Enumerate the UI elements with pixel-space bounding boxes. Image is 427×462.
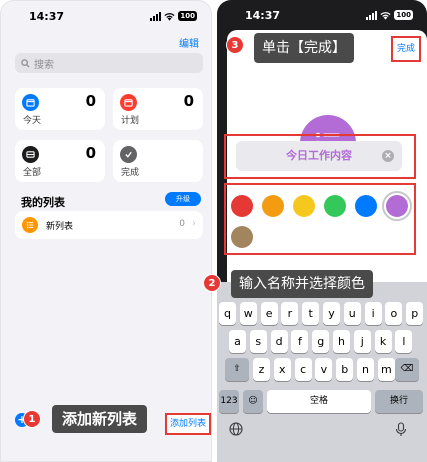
search-placeholder: 搜索 [34,59,54,71]
globe-icon[interactable] [229,422,243,436]
signal-icon [366,10,378,20]
highlight-name-field [224,134,416,179]
battery-icon: 100 [394,10,413,20]
callout-done: 单击【完成】 [254,33,354,63]
wifi-icon [380,11,391,20]
keyboard-key[interactable]: v [315,358,333,381]
done-button[interactable]: 完成 [391,36,421,62]
keyboard: qwertyuiop asdfghjkl zxcvbnm ⇧ ⌫ 123 ☺ 空… [217,298,427,462]
keyboard-key[interactable]: z [253,358,270,381]
keyboard-key[interactable]: y [323,302,340,325]
emoji-icon[interactable]: ☺ [243,390,263,413]
numbers-key[interactable]: 123 [219,390,239,413]
step-badge: 2 [203,274,221,292]
card-completed[interactable]: 完成 [113,140,203,182]
wifi-icon [164,12,175,21]
keyboard-key[interactable]: r [281,302,299,325]
keyboard-key[interactable]: m [377,358,395,381]
edit-button[interactable]: 编辑 [179,35,199,50]
keyboard-key[interactable]: w [239,302,257,325]
status-bar: 14:37 100 [217,0,427,30]
space-key[interactable]: 空格 [267,390,371,413]
card-label: 计划 [121,116,140,126]
shift-key[interactable]: ⇧ [225,358,249,381]
microphone-icon[interactable] [395,422,407,437]
return-key[interactable]: 换行 [375,390,423,413]
keyboard-key[interactable]: a [229,330,246,353]
highlight-color-picker [224,183,416,255]
keyboard-key[interactable]: b [336,358,354,381]
battery-icon: 100 [178,11,197,21]
list-bullets-icon [22,217,38,233]
status-icons: 100 [366,10,413,20]
signal-icon [150,11,162,21]
status-bar: 14:37 100 [1,1,211,31]
calendar-icon [22,94,39,111]
reminders-home-screen: 14:37 100 编辑 搜索 0 今天 0 计划 0 全部 完成 我的列表 升… [0,0,212,462]
keyboard-key[interactable]: n [357,358,374,381]
status-time: 14:37 [29,10,65,23]
list-count: 0 [179,219,185,229]
keyboard-key[interactable]: l [395,330,413,353]
card-count: 0 [183,92,194,110]
search-input[interactable]: 搜索 [15,53,203,73]
status-time: 14:37 [245,9,281,22]
upgrade-button[interactable]: 升级 [165,192,201,206]
card-count: 0 [85,144,96,162]
card-all[interactable]: 0 全部 [15,140,105,182]
keyboard-key[interactable]: i [364,302,382,325]
keyboard-key[interactable]: f [291,330,309,353]
keyboard-key[interactable]: g [312,330,330,353]
delete-key[interactable]: ⌫ [395,358,419,381]
keyboard-key[interactable]: s [249,330,267,353]
list-name: 新列表 [46,222,74,232]
keyboard-key[interactable]: x [273,358,291,381]
card-label: 全部 [23,168,42,178]
keyboard-key[interactable]: d [270,330,288,353]
keyboard-key[interactable]: q [219,302,236,325]
add-list-button[interactable]: 添加列表 [165,413,211,435]
chevron-right-icon: › [192,218,196,229]
keyboard-key[interactable]: o [385,302,403,325]
calendar-icon [120,94,137,111]
step-badge: 1 [23,410,41,428]
status-icons: 100 [150,11,197,21]
card-label: 今天 [23,116,42,126]
keyboard-key[interactable]: k [374,330,392,353]
card-count: 0 [85,92,96,110]
keyboard-key[interactable]: c [294,358,312,381]
keyboard-key[interactable]: h [333,330,350,353]
callout-add-list: 添加新列表 [52,405,148,433]
keyboard-key[interactable]: p [406,302,424,325]
step-badge: 3 [226,36,244,54]
callout-name-and-color: 输入名称并选择颜色 [231,270,373,298]
search-icon [21,58,30,68]
keyboard-key[interactable]: t [302,302,320,325]
keyboard-key[interactable]: j [353,330,371,353]
card-today[interactable]: 0 今天 [15,88,105,130]
list-item[interactable]: 新列表 0 › [15,211,203,239]
keyboard-key[interactable]: u [343,302,361,325]
card-label: 完成 [121,168,140,178]
my-lists-title: 我的列表 [21,196,65,209]
tray-icon [22,146,39,163]
keyboard-key[interactable]: e [260,302,278,325]
checkmark-icon [120,146,137,163]
card-scheduled[interactable]: 0 计划 [113,88,203,130]
